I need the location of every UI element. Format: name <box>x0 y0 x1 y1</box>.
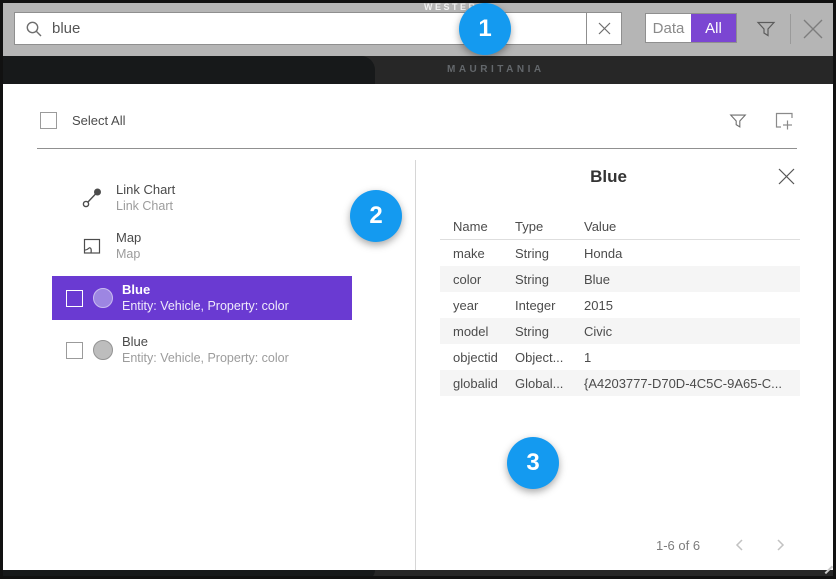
cell-name: year <box>440 298 515 313</box>
list-item-subtitle: Map <box>116 246 141 262</box>
select-all-label: Select All <box>72 113 125 128</box>
list-item-map[interactable]: Map Map <box>52 224 352 268</box>
toolbar-separator <box>790 14 791 44</box>
table-row: make String Honda <box>440 240 800 266</box>
result-checkbox[interactable] <box>66 290 83 307</box>
search-toolbar: WESTER Data All <box>3 3 833 56</box>
cell-name: objectid <box>440 350 515 365</box>
list-item-subtitle: Entity: Vehicle, Property: color <box>122 298 289 314</box>
scope-toggle: Data All <box>645 13 737 43</box>
callout-number: 3 <box>526 449 539 477</box>
entity-dot-icon <box>93 288 113 308</box>
list-item-title: Blue <box>122 282 289 298</box>
select-all-row: Select All <box>40 110 125 130</box>
header-divider <box>37 148 797 149</box>
entity-dot-icon <box>93 340 113 360</box>
column-header-type: Type <box>515 219 584 234</box>
search-box <box>14 12 622 45</box>
cell-value: Honda <box>584 246 800 261</box>
list-item-link-chart[interactable]: Link Chart Link Chart <box>52 176 352 220</box>
search-clear-button[interactable] <box>587 13 621 44</box>
list-item-blue-selected[interactable]: Blue Entity: Vehicle, Property: color <box>52 276 352 320</box>
table-row: color String Blue <box>440 266 800 292</box>
map-icon <box>81 235 103 257</box>
cell-value: Civic <box>584 324 800 339</box>
cell-type: String <box>515 246 584 261</box>
cell-value: Blue <box>584 272 800 287</box>
link-chart-icon <box>81 187 103 209</box>
panel-vertical-divider <box>415 160 416 570</box>
resize-handle[interactable] <box>819 560 833 574</box>
cell-value: {A4203777-D70D-4C5C-9A65-C... <box>584 376 800 391</box>
callout-badge-1: 1 <box>459 3 511 55</box>
pagination: 1-6 of 6 <box>416 536 801 556</box>
toggle-data[interactable]: Data <box>646 14 691 42</box>
next-page-icon[interactable] <box>772 537 788 553</box>
table-row: globalid Global... {A4203777-D70D-4C5C-9… <box>440 370 800 396</box>
previous-page-icon[interactable] <box>732 537 748 553</box>
result-checkbox[interactable] <box>66 342 83 359</box>
select-all-checkbox[interactable] <box>40 112 57 129</box>
detail-title: Blue <box>416 167 801 187</box>
attribute-table: Name Type Value make String Honda color … <box>440 214 800 396</box>
callout-badge-2: 2 <box>350 190 402 242</box>
callout-number: 2 <box>369 202 382 230</box>
map-country-label: MAURITANIA <box>447 64 545 75</box>
column-header-name: Name <box>440 219 515 234</box>
cell-type: String <box>515 272 584 287</box>
callout-number: 1 <box>478 15 491 43</box>
list-item-title: Link Chart <box>116 182 175 198</box>
callout-badge-3: 3 <box>507 437 559 489</box>
table-header: Name Type Value <box>440 214 800 240</box>
add-to-selection-icon[interactable] <box>773 110 795 132</box>
results-panel: Select All <box>3 84 833 570</box>
list-item-blue[interactable]: Blue Entity: Vehicle, Property: color <box>52 328 352 372</box>
cell-name: globalid <box>440 376 515 391</box>
list-item-title: Blue <box>122 334 289 350</box>
results-filter-icon[interactable] <box>728 111 748 131</box>
list-item-subtitle: Link Chart <box>116 198 175 214</box>
cell-type: Global... <box>515 376 584 391</box>
column-header-value: Value <box>584 219 800 234</box>
cell-name: color <box>440 272 515 287</box>
close-search-icon[interactable] <box>800 16 826 42</box>
list-item-title: Map <box>116 230 141 246</box>
list-item-subtitle: Entity: Vehicle, Property: color <box>122 350 289 366</box>
cell-name: make <box>440 246 515 261</box>
cell-value: 2015 <box>584 298 800 313</box>
cell-type: Integer <box>515 298 584 313</box>
cell-type: Object... <box>515 350 584 365</box>
detail-close-icon[interactable] <box>777 167 796 186</box>
cell-name: model <box>440 324 515 339</box>
table-row: model String Civic <box>440 318 800 344</box>
cell-value: 1 <box>584 350 800 365</box>
pagination-label: 1-6 of 6 <box>656 538 700 553</box>
table-row: objectid Object... 1 <box>440 344 800 370</box>
search-icon <box>25 20 43 38</box>
app-window: MAURITANIA WESTER Data <box>0 0 836 579</box>
toggle-all[interactable]: All <box>691 14 736 42</box>
table-row: year Integer 2015 <box>440 292 800 318</box>
cell-type: String <box>515 324 584 339</box>
filter-icon[interactable] <box>755 18 777 40</box>
